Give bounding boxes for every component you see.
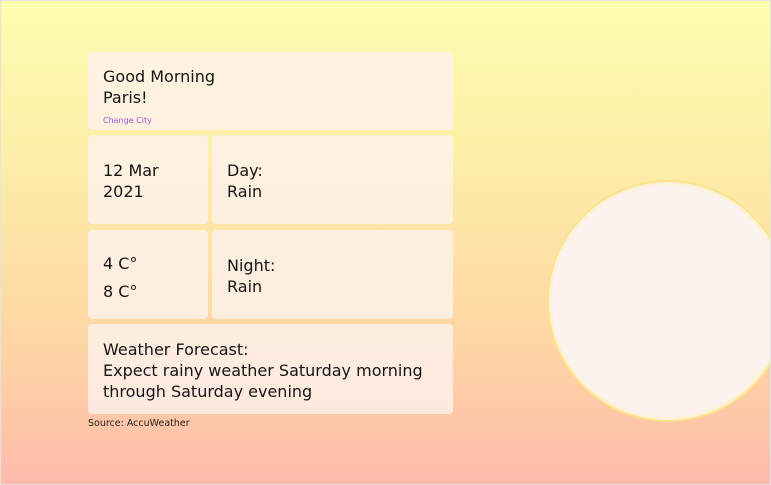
sun-icon (547, 180, 770, 422)
day-label: Day: (227, 161, 263, 180)
night-condition: Rain (227, 277, 263, 296)
temperature-high: 8 C° (103, 282, 138, 301)
date-year: 2021 (103, 182, 144, 201)
forecast-text: Expect rainy weather Saturday morning th… (103, 361, 423, 401)
greeting-text: Good Morning (103, 67, 215, 86)
date-card: 12 Mar 2021 (88, 135, 208, 224)
weather-page: Good Morning Paris! Change City 12 Mar 2… (0, 0, 771, 485)
forecast-card: Weather Forecast: Expect rainy weather S… (88, 324, 453, 414)
source-credit: Source: AccuWeather (88, 418, 190, 429)
temperature-low: 4 C° (103, 254, 138, 273)
forecast-label: Weather Forecast: (103, 340, 249, 359)
greeting-card: Good Morning Paris! Change City (88, 52, 453, 130)
change-city-link[interactable]: Change City (103, 116, 152, 126)
night-card: Night: Rain (212, 230, 453, 319)
day-card: Day: Rain (212, 135, 453, 224)
temperature-card: 4 C° 8 C° (88, 230, 208, 319)
day-condition: Rain (227, 182, 263, 201)
sun-disc (552, 185, 770, 417)
city-name: Paris! (103, 88, 148, 107)
date-day-month: 12 Mar (103, 161, 159, 180)
night-label: Night: (227, 256, 276, 275)
